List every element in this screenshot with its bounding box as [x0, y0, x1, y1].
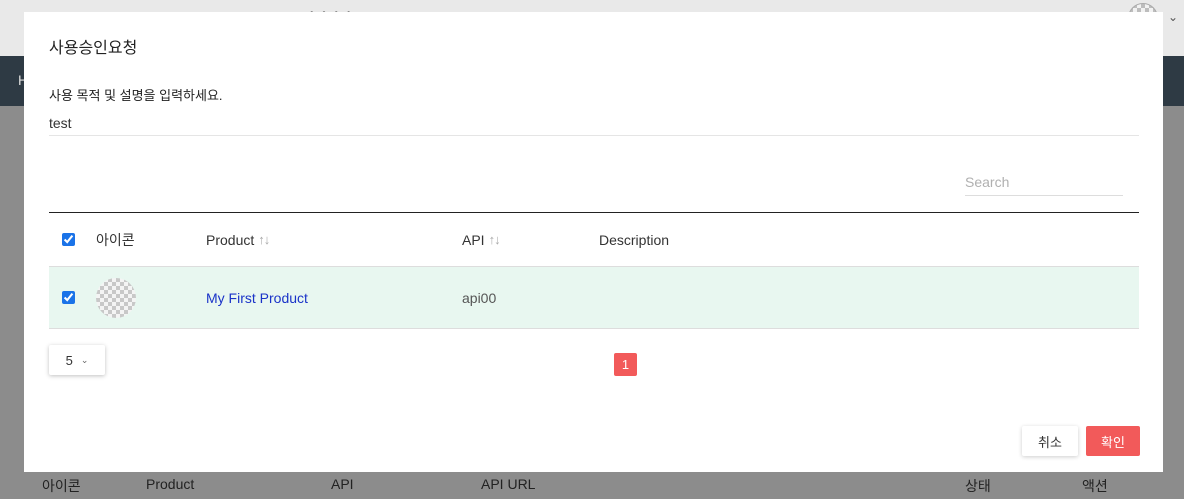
- column-header-icon: 아이콘: [96, 231, 135, 248]
- product-api-table: 아이콘 Product ↑↓ API ↑↓ Description My Fir…: [49, 212, 1139, 329]
- bg-col-api: API: [331, 476, 354, 492]
- select-all-checkbox[interactable]: [62, 233, 75, 246]
- row-checkbox[interactable]: [62, 291, 75, 304]
- product-link[interactable]: My First Product: [206, 290, 308, 306]
- row-api-cell: api00: [462, 289, 497, 306]
- description-label: 사용 목적 및 설명을 입력하세요.: [49, 88, 223, 103]
- column-header-description: Description: [599, 231, 670, 248]
- page-size-select[interactable]: 5 ⌄: [49, 345, 105, 375]
- confirm-button[interactable]: 확인: [1086, 426, 1140, 456]
- sort-icon[interactable]: ↑↓: [258, 232, 270, 247]
- description-input[interactable]: [49, 110, 1139, 136]
- bg-col-action: 액션: [1082, 478, 1108, 494]
- sort-icon[interactable]: ↑↓: [489, 232, 501, 247]
- select-all-cell: [62, 213, 75, 266]
- bg-col-api-url: API URL: [481, 476, 536, 492]
- row-product-cell: My First Product: [206, 267, 308, 328]
- cancel-button[interactable]: 취소: [1022, 426, 1078, 456]
- row-select-cell: [62, 267, 75, 328]
- table-row[interactable]: My First Product api00: [49, 267, 1139, 329]
- table-header-row: 아이콘 Product ↑↓ API ↑↓ Description: [49, 213, 1139, 267]
- column-header-product[interactable]: Product ↑↓: [206, 213, 270, 266]
- column-header-api[interactable]: API ↑↓: [462, 213, 501, 266]
- pagination-page-1[interactable]: 1: [614, 353, 637, 376]
- product-avatar: [96, 277, 136, 318]
- bg-col-icon: 아이콘: [42, 478, 81, 494]
- usage-approval-modal: 사용승인요청 사용 목적 및 설명을 입력하세요. 아이콘 Product ↑↓…: [24, 12, 1163, 472]
- chevron-down-icon[interactable]: ⌄: [1168, 10, 1178, 24]
- bg-col-product: Product: [146, 476, 195, 492]
- column-header-product-label: Product: [206, 231, 255, 248]
- bg-col-status: 상태: [965, 478, 991, 494]
- row-icon-cell: [96, 267, 136, 328]
- page-size-value: 5: [65, 352, 73, 368]
- modal-title: 사용승인요청: [49, 40, 138, 57]
- chevron-down-icon: ⌄: [80, 354, 89, 365]
- search-input[interactable]: [965, 168, 1123, 196]
- column-header-api-label: API: [462, 231, 485, 248]
